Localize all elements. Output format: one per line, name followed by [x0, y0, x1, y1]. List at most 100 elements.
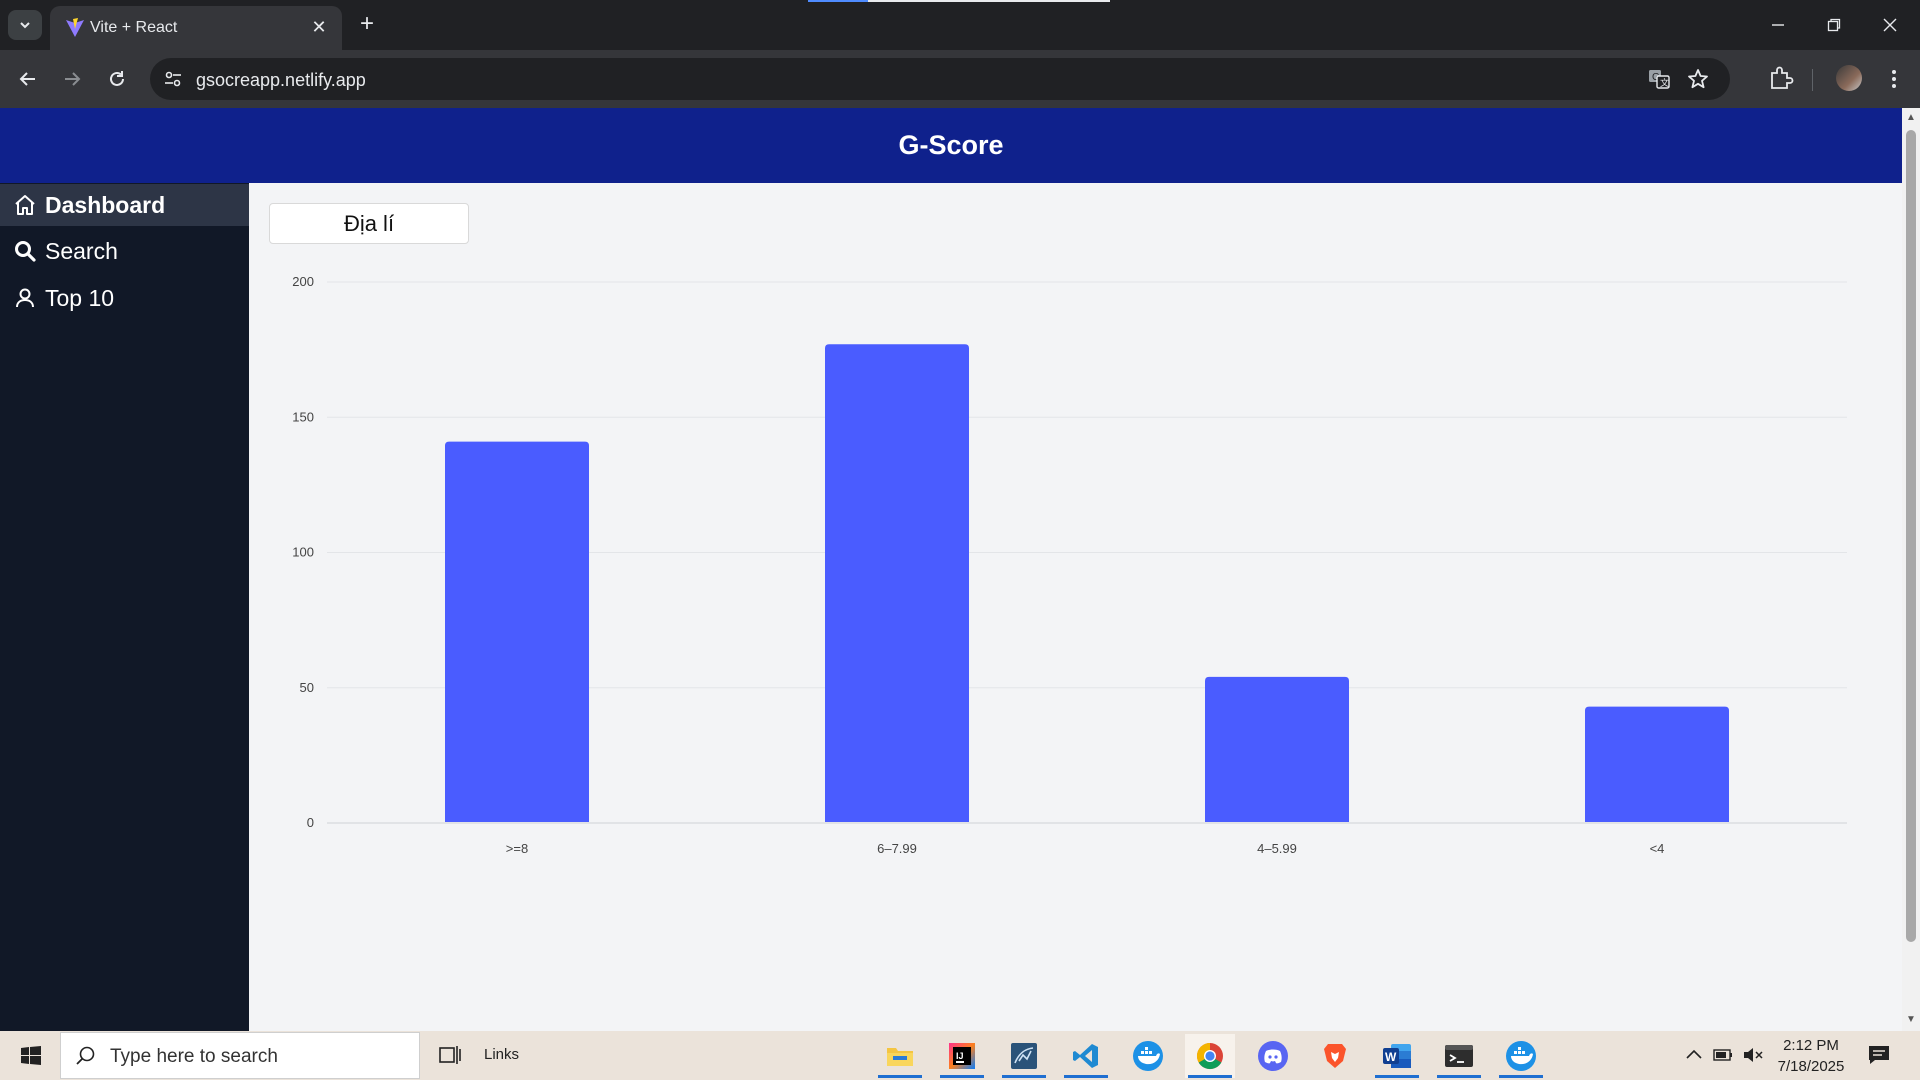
discord-icon	[1258, 1041, 1288, 1071]
page-scrollbar[interactable]: ▲ ▼	[1902, 108, 1920, 1031]
docker-desktop-icon	[1506, 1041, 1536, 1071]
restore-icon	[1827, 18, 1841, 32]
scroll-up-icon[interactable]: ▲	[1905, 112, 1917, 124]
running-indicator	[1002, 1075, 1046, 1078]
sidebar-item-label: Search	[45, 237, 118, 264]
translate-icon[interactable]: G 文	[1648, 68, 1670, 90]
bar[interactable]	[445, 441, 589, 822]
taskbar-app-intellij[interactable]: IJ	[937, 1034, 987, 1078]
sidebar-item-label: Top 10	[45, 284, 115, 311]
tab-search-button[interactable]	[8, 10, 42, 40]
arrow-right-icon	[65, 72, 81, 86]
close-window-button[interactable]	[1870, 10, 1910, 40]
file-explorer-icon	[887, 1048, 913, 1066]
word-icon: W	[1383, 1044, 1411, 1068]
mysql-workbench-icon	[1011, 1043, 1037, 1069]
taskbar-search-box[interactable]: Type here to search	[60, 1032, 420, 1079]
app-title: G-Score	[898, 130, 1004, 160]
subject-select[interactable]: Địa lí	[269, 203, 469, 244]
reload-button[interactable]	[101, 63, 133, 95]
chrome-icon	[1196, 1042, 1223, 1070]
browser-tab-strip: Vite + React ✕ +	[0, 0, 1920, 50]
taskbar-app-mysql-workbench[interactable]	[999, 1034, 1049, 1078]
app-header: G-Score	[0, 108, 1902, 183]
score-distribution-chart: 0 50 100 150 200 >=8 6–7.99 4–5.99 <4	[292, 274, 1847, 856]
close-icon	[1883, 18, 1897, 32]
running-indicator	[1064, 1075, 1108, 1078]
tab-close-icon[interactable]: ✕	[308, 16, 330, 38]
sidebar-item-top-10[interactable]: Top 10	[0, 277, 249, 319]
arrow-left-icon	[19, 72, 35, 86]
bar[interactable]	[1205, 676, 1349, 822]
taskbar-app-chrome[interactable]	[1185, 1034, 1235, 1078]
bookmark-star-icon[interactable]	[1686, 67, 1710, 91]
notifications-icon[interactable]	[1866, 1043, 1892, 1067]
x-axis-ticks: >=8 6–7.99 4–5.99 <4	[506, 841, 1665, 856]
search-icon	[12, 238, 38, 264]
x-tick-label: <4	[1650, 841, 1665, 856]
browser-tab[interactable]: Vite + React ✕	[50, 6, 342, 50]
minimize-button[interactable]	[1758, 10, 1798, 40]
profile-avatar[interactable]	[1836, 65, 1862, 91]
y-tick-label: 0	[307, 815, 314, 830]
scroll-down-icon[interactable]: ▼	[1905, 1014, 1917, 1026]
battery-icon[interactable]	[1712, 1045, 1734, 1065]
chevron-down-icon	[20, 22, 30, 29]
task-view-icon[interactable]	[436, 1041, 464, 1069]
sidebar-item-dashboard[interactable]: Dashboard	[0, 184, 249, 226]
taskbar-app-file-explorer[interactable]	[875, 1034, 925, 1078]
volume-muted-icon[interactable]	[1742, 1045, 1764, 1065]
docker-icon	[1133, 1041, 1163, 1071]
sidebar-item-search[interactable]: Search	[0, 230, 249, 272]
address-bar[interactable]: gsocreapp.netlify.app G 文	[150, 58, 1730, 100]
taskbar-app-word[interactable]: W	[1372, 1034, 1422, 1078]
vite-favicon-icon	[66, 18, 84, 37]
svg-text:W: W	[1385, 1050, 1397, 1064]
browser-toolbar: gsocreapp.netlify.app G 文	[0, 50, 1920, 108]
running-indicator	[878, 1075, 922, 1078]
bar[interactable]	[1585, 706, 1729, 822]
bar[interactable]	[825, 344, 969, 822]
windows-logo-icon	[21, 1046, 41, 1065]
taskbar-app-discord[interactable]	[1248, 1034, 1298, 1078]
scroll-thumb[interactable]	[1906, 130, 1916, 942]
user-icon	[12, 285, 38, 311]
search-icon	[76, 1046, 95, 1065]
intellij-icon: IJ	[949, 1043, 975, 1069]
start-button[interactable]	[8, 1038, 54, 1074]
y-tick-label: 150	[292, 409, 314, 424]
taskbar-app-vscode[interactable]	[1061, 1034, 1111, 1078]
svg-text:IJ: IJ	[956, 1051, 964, 1061]
clock-date: 7/18/2025	[1777, 1058, 1845, 1075]
links-toolbar-label[interactable]: Links	[484, 1046, 519, 1063]
x-tick-label: >=8	[506, 841, 528, 856]
toolbar-divider	[1812, 69, 1813, 91]
running-indicator	[1437, 1075, 1481, 1078]
chart-bars	[445, 344, 1729, 822]
tray-overflow-chevron-icon[interactable]	[1684, 1045, 1704, 1065]
kebab-menu-icon[interactable]	[1880, 65, 1908, 93]
running-indicator	[1375, 1075, 1419, 1078]
windows-taskbar: Type here to search Links IJ W 2:12 PM 7…	[0, 1031, 1920, 1080]
sidebar: Dashboard Search Top 10	[0, 183, 249, 1031]
back-button[interactable]	[12, 63, 44, 95]
svg-text:文: 文	[1660, 77, 1669, 88]
taskbar-search-placeholder: Type here to search	[110, 1046, 278, 1067]
terminal-icon	[1445, 1045, 1473, 1067]
taskbar-app-docker-desktop[interactable]	[1496, 1034, 1546, 1078]
restore-button[interactable]	[1814, 10, 1854, 40]
reload-icon	[110, 71, 124, 86]
taskbar-clock[interactable]: 2:12 PM 7/18/2025	[1770, 1035, 1852, 1077]
forward-button[interactable]	[56, 63, 88, 95]
new-tab-button[interactable]: +	[352, 10, 382, 40]
taskbar-app-terminal[interactable]	[1434, 1034, 1484, 1078]
y-tick-label: 200	[292, 274, 314, 289]
x-tick-label: 6–7.99	[877, 841, 917, 856]
site-settings-icon	[165, 71, 181, 87]
sidebar-item-label: Dashboard	[45, 191, 166, 218]
taskbar-app-brave[interactable]	[1310, 1034, 1360, 1078]
taskbar-app-docker[interactable]	[1123, 1034, 1173, 1078]
minimize-icon	[1772, 24, 1784, 26]
extensions-puzzle-icon[interactable]	[1766, 65, 1796, 93]
url-text: gsocreapp.netlify.app	[196, 70, 366, 90]
